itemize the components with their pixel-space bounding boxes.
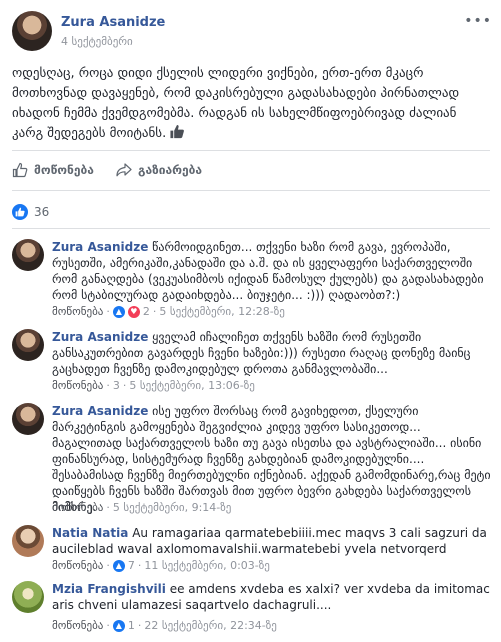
comment-like-link[interactable]: მოწონება	[52, 619, 103, 632]
comment-body: Zura Asanidze წარმოიდგინეთ... თქვენი ხაზ…	[52, 239, 492, 303]
like-reaction-icon: ▲	[112, 619, 125, 632]
comment-reaction-count[interactable]: 2	[143, 305, 150, 318]
commenter-name[interactable]: Zura Asanidze	[52, 240, 148, 254]
comment-like-link[interactable]: მოწონება	[52, 379, 103, 392]
comment-meta: მოწონება · ▲ 7 · 11 სექტემბერი, 0:03-ზე	[52, 559, 270, 572]
love-reaction-icon: ♥	[127, 305, 140, 318]
comment-meta: მოწონება · 3 · 5 სექტემბერი, 13:06-ზე	[52, 379, 255, 392]
separator: ·	[152, 305, 157, 318]
comment-like-link[interactable]: მოწონება	[52, 305, 103, 318]
comment-body: Zura Asanidze ისე უფრო შორსაც რომ გავიხე…	[52, 403, 492, 515]
post-date[interactable]: 4 სექტემბერი	[61, 35, 133, 48]
author-avatar[interactable]	[12, 11, 52, 51]
separator: ·	[137, 559, 142, 572]
commenter-name[interactable]: Natia Natia	[52, 526, 128, 540]
like-reaction-icon: ▲	[112, 305, 125, 318]
comment-meta: მოწონება · ▲ ♥ 2 · 5 სექტემბერი, 12:28-ზ…	[52, 305, 285, 318]
commenter-avatar[interactable]	[12, 329, 44, 361]
comment-timestamp[interactable]: 5 სექტემბერი, 12:28-ზე	[159, 305, 284, 318]
separator: ·	[106, 501, 110, 514]
comment-text: ისე უფრო შორსაც რომ გავიხედოთ, ქსელური მ…	[52, 404, 491, 514]
comment-like-link[interactable]: მოწონება	[52, 501, 103, 514]
separator: ·	[122, 379, 127, 392]
separator: ·	[106, 379, 110, 392]
divider	[12, 190, 490, 191]
post-author-name[interactable]: Zura Asanidze	[61, 15, 165, 30]
commenter-avatar[interactable]	[12, 525, 44, 557]
separator: ·	[106, 305, 110, 318]
divider	[12, 228, 490, 229]
separator: ·	[137, 619, 142, 632]
comment-timestamp[interactable]: 5 სექტემბერი, 9:14-ზე	[113, 501, 231, 514]
comment-meta: მოწონება · 5 სექტემბერი, 9:14-ზე	[52, 501, 231, 514]
comment-like-link[interactable]: მოწონება	[52, 559, 103, 572]
reaction-count: 36	[34, 205, 50, 219]
comment-reaction-count[interactable]: 1	[128, 619, 135, 632]
share-arrow-icon	[116, 163, 132, 177]
comment-body: Natia Natia Au ramagariaa qarmatebebiiii…	[52, 525, 492, 557]
comment-timestamp[interactable]: 11 სექტემბერი, 0:03-ზე	[144, 559, 269, 572]
post-text: ოდესღაც, როცა დიდი ქსელის ლიდერი ვიქნები…	[12, 64, 488, 144]
more-options-icon[interactable]: •••	[464, 13, 492, 29]
reactions-summary[interactable]: 36	[12, 204, 49, 220]
like-button[interactable]: მოწონება	[12, 162, 94, 178]
share-label: გაზიარება	[138, 163, 203, 177]
comment-reaction-count[interactable]: 3	[113, 379, 120, 392]
commenter-avatar[interactable]	[12, 403, 44, 435]
comment-body: Zura Asanidze ყველამ იჩალიჩეთ თქვენს ხაზ…	[52, 329, 492, 377]
like-reaction-icon	[12, 204, 28, 220]
post-header: Zura Asanidze 4 სექტემბერი •••	[12, 11, 492, 55]
separator: ·	[106, 619, 110, 632]
commenter-avatar[interactable]	[12, 239, 44, 271]
share-button[interactable]: გაზიარება	[116, 162, 202, 178]
post-body: ოდესღაც, როცა დიდი ქსელის ლიდერი ვიქნები…	[12, 66, 460, 141]
comment-timestamp[interactable]: 22 სექტემბერი, 22:34-ზე	[144, 619, 276, 632]
post-actions: მოწონება გაზიარება	[12, 158, 490, 184]
separator: ·	[106, 559, 110, 572]
commenter-name[interactable]: Zura Asanidze	[52, 404, 148, 418]
commenter-avatar[interactable]	[12, 581, 44, 613]
commenter-name[interactable]: Mzia Frangishvili	[52, 582, 166, 596]
comment-timestamp[interactable]: 5 სექტემბერი, 13:06-ზე	[129, 379, 254, 392]
commenter-name[interactable]: Zura Asanidze	[52, 330, 148, 344]
thumbs-up-icon	[170, 124, 185, 139]
like-reaction-icon: ▲	[112, 559, 125, 572]
divider	[12, 150, 490, 151]
thumbs-up-outline-icon	[12, 162, 28, 178]
comment-reaction-count[interactable]: 7	[128, 559, 135, 572]
like-label: მოწონება	[34, 163, 94, 177]
comment-body: Mzia Frangishvili ee amdens xvdeba es xa…	[52, 581, 492, 613]
comment-meta: მოწონება · ▲ 1 · 22 სექტემბერი, 22:34-ზე	[52, 619, 277, 632]
